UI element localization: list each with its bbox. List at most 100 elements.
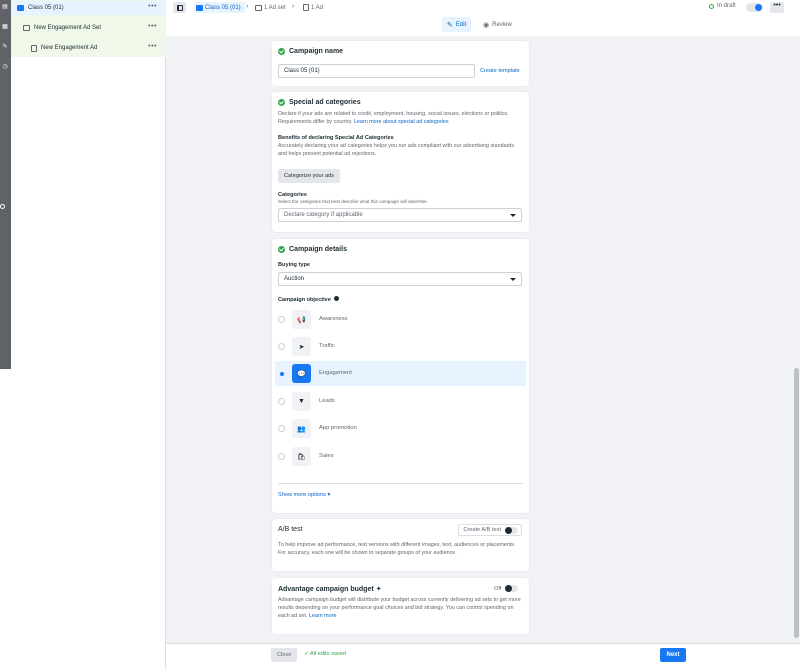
special-ad-categories-card: Special ad categories Declare if your ad… <box>272 92 529 232</box>
ab-test-toggle[interactable] <box>505 526 518 534</box>
chevron-right-icon: › <box>292 3 295 10</box>
radio-button[interactable] <box>278 425 285 432</box>
grid-icon[interactable]: ▦ <box>1 23 9 31</box>
campaign-name-card: Campaign name Class 05 (01) Create templ… <box>272 41 529 86</box>
more-icon[interactable]: ••• <box>148 43 157 50</box>
scrollbar-thumb[interactable] <box>794 368 799 638</box>
ad-icon <box>303 4 309 11</box>
next-button[interactable]: Next <box>660 648 686 662</box>
tree-item-ad[interactable]: New Engagement Ad ••• <box>11 41 166 55</box>
info-icon[interactable] <box>0 204 5 209</box>
objective-label: Awareness <box>319 316 348 322</box>
people-icon: 👥 <box>292 419 311 438</box>
breadcrumb-ad-label: 1 Ad <box>311 4 324 11</box>
objective-engagement[interactable]: 💬 Engagement <box>275 361 526 386</box>
special-ad-title: Special ad categories <box>278 99 361 106</box>
pencil-icon[interactable]: ✎ <box>1 43 9 51</box>
review-label: Review <box>492 21 512 28</box>
budget-learn-more-link[interactable]: Learn more <box>309 613 337 619</box>
budget-toggle[interactable] <box>505 585 519 592</box>
campaign-tree: Class 05 (01) ••• New Engagement Ad Set … <box>11 0 166 669</box>
campaign-details-heading: Campaign details <box>289 246 347 253</box>
edit-mode-button[interactable]: ✎ Edit <box>442 17 472 32</box>
folder-icon <box>17 5 24 11</box>
show-more-options-link[interactable]: Show more options ▾ <box>278 492 330 498</box>
breadcrumb-campaign[interactable]: Class 05 (01) <box>194 2 245 13</box>
objective-sales[interactable]: 🛍 Sales <box>275 444 526 469</box>
radio-button[interactable] <box>278 343 285 350</box>
radio-button[interactable] <box>278 453 285 460</box>
budget-state-label: Off <box>494 585 502 592</box>
categorize-ads-button[interactable]: Categorize your ads <box>278 169 341 183</box>
radio-button[interactable] <box>278 398 285 405</box>
close-button[interactable]: Close <box>271 648 298 662</box>
save-status-label: All edits saved <box>309 651 347 657</box>
tree-adset-label: New Engagement Ad Set <box>34 25 102 31</box>
more-icon[interactable]: ••• <box>148 3 157 10</box>
campaign-objective-text: Campaign objective <box>278 297 331 303</box>
tree-item-adset[interactable]: New Engagement Ad Set ••• <box>11 21 166 35</box>
advantage-budget-card: Advantage campaign budget ✦ Off Advantag… <box>272 578 529 634</box>
breadcrumb-ad[interactable]: 1 Ad <box>303 2 323 13</box>
benefits-title: Benefits of declaring Special Ad Categor… <box>278 135 394 141</box>
chevron-down-icon <box>510 278 516 281</box>
bottom-bar: Close ✓ All edits saved Next <box>166 643 800 669</box>
ab-test-title: A/B test <box>278 526 303 533</box>
buying-type-select[interactable]: Auction <box>278 272 522 286</box>
funnel-icon: ▼ <box>292 392 311 411</box>
categories-placeholder: Declare category if applicable <box>284 212 363 218</box>
check-icon <box>278 246 285 253</box>
objective-label: App promotion <box>319 425 357 431</box>
campaign-name-input[interactable]: Class 05 (01) <box>278 64 475 78</box>
special-ad-learn-more-link[interactable]: Learn more about special ad categories <box>354 119 449 125</box>
buying-type-value: Auction <box>284 276 305 282</box>
objective-label: Sales <box>319 453 334 459</box>
buying-type-label: Buying type <box>278 262 311 268</box>
scrollbar[interactable] <box>793 36 800 643</box>
adset-icon <box>23 25 30 31</box>
draft-status: In draft <box>709 3 736 9</box>
create-ab-test-button[interactable]: Create A/B test <box>458 524 522 536</box>
info-icon[interactable] <box>334 296 340 301</box>
objective-awareness[interactable]: 📢 Awareness <box>275 307 526 332</box>
show-more-text: Show more options <box>278 492 326 498</box>
megaphone-icon: 📢 <box>292 310 311 329</box>
tree-item-campaign[interactable]: Class 05 (01) ••• <box>11 1 166 15</box>
tree-campaign-label: Class 05 (01) <box>28 5 64 11</box>
objective-leads[interactable]: ▼ Leads <box>275 389 526 414</box>
review-mode-button[interactable]: ◉ Review <box>478 17 517 32</box>
categories-help: Select the categories that best describe… <box>278 199 428 204</box>
more-icon[interactable]: ••• <box>148 23 157 30</box>
objective-traffic[interactable]: ➤ Traffic <box>275 334 526 359</box>
advantage-budget-switch[interactable]: Off <box>494 585 519 592</box>
eye-icon: ◉ <box>483 21 490 29</box>
campaign-objective-label: Campaign objective <box>278 296 340 303</box>
campaign-toggle[interactable] <box>746 3 763 12</box>
ab-test-description: To help improve ad performance, test ver… <box>278 542 516 556</box>
advantage-budget-heading: Advantage campaign budget <box>278 585 374 593</box>
left-rail: ▤ ▦ ✎ ◷ <box>0 0 11 369</box>
more-options-button[interactable]: ••• <box>770 2 784 13</box>
status-ring-icon <box>709 3 714 9</box>
radio-button[interactable] <box>278 316 285 323</box>
chat-bubbles-icon: 💬 <box>292 364 311 383</box>
ad-icon <box>31 44 37 52</box>
top-bar: Class 05 (01) › 1 Ad set › 1 Ad In draft… <box>166 0 800 15</box>
objective-app-promotion[interactable]: 👥 App promotion <box>275 416 526 441</box>
breadcrumb-adset[interactable]: 1 Ad set <box>255 2 286 13</box>
create-template-link[interactable]: Create template <box>480 68 520 74</box>
clock-icon[interactable]: ◷ <box>1 63 9 71</box>
panel-toggle-button[interactable] <box>173 2 186 13</box>
adset-icon <box>255 4 262 11</box>
campaign-details-card: Campaign details Buying type Auction Cam… <box>272 239 529 513</box>
categories-select[interactable]: Declare category if applicable <box>278 208 522 222</box>
ab-test-card: A/B test Create A/B test To help improve… <box>272 519 529 571</box>
chevron-right-icon: › <box>246 3 249 10</box>
campaign-name-heading: Campaign name <box>289 48 344 55</box>
chart-icon[interactable]: ▤ <box>1 3 9 11</box>
divider <box>278 483 523 484</box>
campaign-details-title: Campaign details <box>278 246 347 253</box>
breadcrumb-adset-label: 1 Ad set <box>264 4 286 11</box>
radio-button[interactable] <box>278 370 285 377</box>
folder-icon <box>196 4 203 11</box>
